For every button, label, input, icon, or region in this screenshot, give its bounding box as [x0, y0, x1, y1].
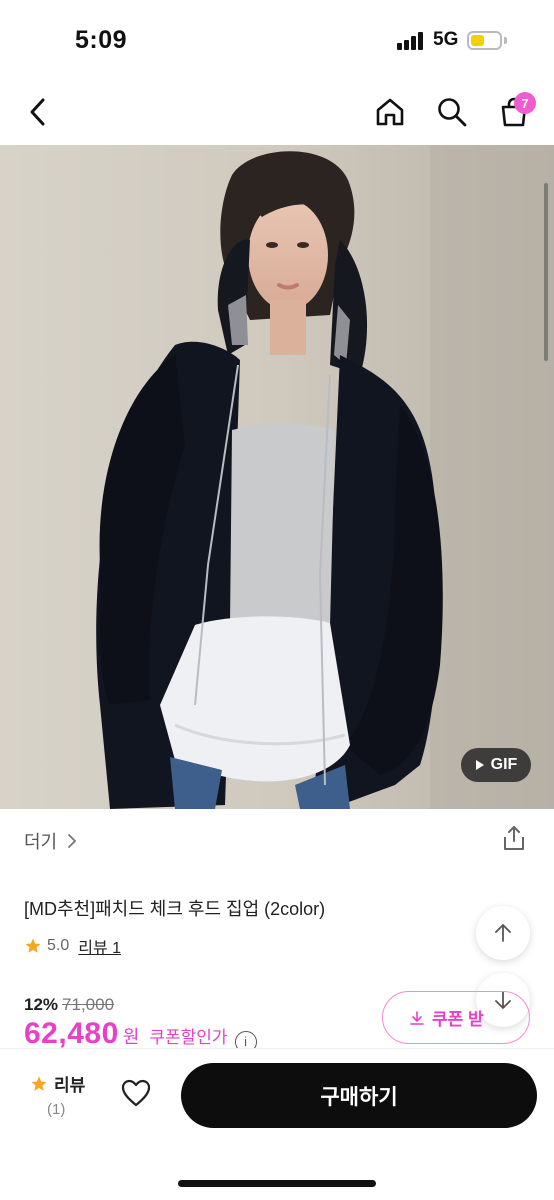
star-icon: [31, 1076, 47, 1091]
search-button[interactable]: [434, 94, 470, 130]
coupon-price-label[interactable]: 쿠폰할인가: [149, 1023, 227, 1048]
battery-tip: [504, 37, 507, 44]
home-button[interactable]: [372, 94, 408, 130]
image-scroll-indicator: [544, 183, 548, 361]
signal-icon: [397, 32, 427, 50]
brand-name: 더기: [24, 832, 58, 852]
product-image[interactable]: [0, 145, 554, 809]
review-count: (1): [47, 1101, 66, 1118]
review-tab[interactable]: 리뷰: [30, 1071, 85, 1096]
chevron-right-icon: [68, 834, 77, 848]
home-icon: [376, 98, 404, 126]
discount-row: 12% 71,000: [24, 995, 114, 1015]
gif-play-button[interactable]: GIF: [461, 748, 531, 782]
review-tab-label: 리뷰: [54, 1076, 86, 1095]
rating-score: 5.0: [47, 937, 70, 954]
original-price: 71,000: [62, 995, 115, 1014]
sale-price: 62,480: [24, 1017, 119, 1050]
battery-icon: [467, 31, 502, 50]
heart-icon: [121, 1079, 151, 1107]
status-bar: 5:09 5G: [0, 0, 554, 80]
share-button[interactable]: [500, 824, 528, 857]
status-time: 5:09: [75, 26, 128, 54]
nav-bar: [0, 80, 554, 145]
discount-rate: 12%: [24, 995, 59, 1014]
gif-label: GIF: [490, 756, 518, 773]
cart-count-badge: 7: [514, 92, 536, 114]
scroll-top-button[interactable]: [476, 906, 530, 960]
brand-link[interactable]: 더기: [24, 828, 77, 854]
price-row: 62,480 원 쿠폰할인가 i: [24, 1017, 257, 1053]
product-title: [MD추천]패치드 체크 후드 집업 (2color): [24, 899, 326, 919]
coupon-download-button[interactable]: 쿠폰 받: [382, 991, 530, 1044]
star-icon: [25, 938, 41, 953]
download-icon: [410, 1010, 424, 1025]
review-link[interactable]: 리뷰 1: [78, 934, 121, 958]
arrow-up-icon: [495, 924, 511, 942]
search-icon: [438, 98, 467, 127]
product-photo: [0, 145, 554, 809]
coupon-button-label: 쿠폰 받: [432, 1010, 484, 1029]
chevron-left-icon: [30, 98, 45, 126]
play-icon: [475, 760, 484, 770]
currency-label: 원: [122, 1027, 140, 1047]
share-icon: [504, 826, 524, 850]
home-indicator: [178, 1180, 376, 1187]
network-type: 5G: [433, 29, 459, 50]
buy-button[interactable]: 구매하기: [181, 1063, 537, 1128]
back-button[interactable]: [21, 94, 57, 130]
rating-row: 5.0 리뷰 1: [24, 934, 121, 958]
wishlist-button[interactable]: [120, 1078, 152, 1113]
